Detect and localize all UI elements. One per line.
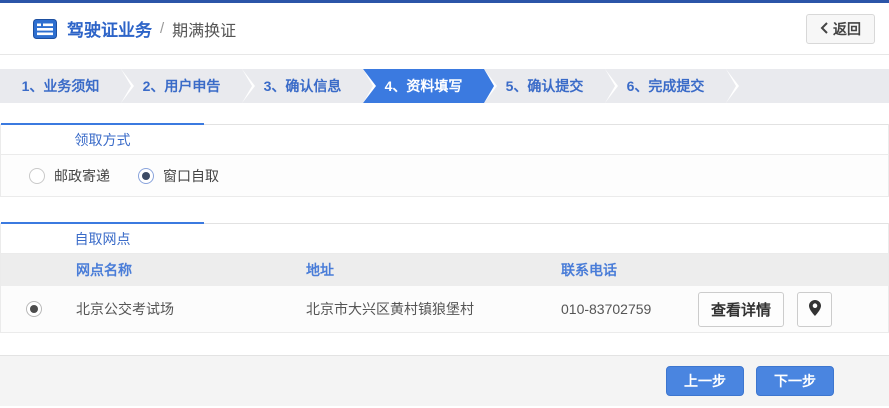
step-3-confirm-info: 3、确认信息: [242, 69, 363, 103]
pickup-method-title: 领取方式: [1, 130, 204, 150]
step-6-finish-submit: 6、完成提交: [605, 69, 726, 103]
view-details-button[interactable]: 查看详情: [698, 292, 784, 327]
page-header: 驾驶证业务 / 期满换证 返回: [0, 3, 889, 55]
header-address-column: 地址: [291, 260, 546, 280]
map-pin-icon: [809, 300, 821, 319]
pickup-points-table-header: 网点名称 地址 联系电话: [1, 254, 888, 286]
radio-option-window-pickup[interactable]: 窗口自取: [138, 166, 219, 186]
pickup-method-section: 领取方式 邮政寄递 窗口自取: [0, 124, 889, 197]
previous-step-button[interactable]: 上一步: [666, 366, 744, 396]
radio-postal-label[interactable]: 邮政寄递: [54, 166, 110, 186]
step-5-confirm-submit: 5、确认提交: [484, 69, 605, 103]
radio-window-pickup-icon[interactable]: [138, 168, 154, 184]
footer-action-bar: 上一步 下一步: [0, 355, 889, 406]
table-row: 北京公交考试场 北京市大兴区黄村镇狼堡村 010-83702759 查看详情: [1, 286, 888, 332]
step-bar-filler: [726, 69, 889, 103]
row-point-name: 北京公交考试场: [61, 299, 291, 319]
pickup-method-options: 邮政寄递 窗口自取: [1, 155, 888, 196]
pickup-points-title: 自取网点: [1, 229, 204, 249]
pickup-method-title-row: 领取方式: [1, 125, 888, 155]
form-list-icon: [33, 19, 57, 39]
next-step-button[interactable]: 下一步: [756, 366, 834, 396]
radio-option-postal[interactable]: 邮政寄递: [29, 166, 110, 186]
chevron-left-icon: [820, 21, 828, 37]
row-select-radio[interactable]: [26, 301, 42, 317]
header-phone-column: 联系电话: [546, 260, 683, 280]
row-point-phone: 010-83702759: [546, 301, 683, 317]
title-divider: /: [160, 20, 164, 37]
header-name-column: 网点名称: [61, 260, 291, 280]
pickup-points-section: 自取网点 网点名称 地址 联系电话 北京公交考试场 北京市大兴区黄村镇狼堡村 0…: [0, 223, 889, 333]
step-progress-bar: 1、业务须知 2、用户申告 3、确认信息 4、资料填写 5、确认提交 6、完成提…: [0, 69, 889, 103]
step-1-notice: 1、业务须知: [0, 69, 121, 103]
radio-window-pickup-label[interactable]: 窗口自取: [163, 166, 219, 186]
map-location-button[interactable]: [797, 292, 832, 327]
row-point-address: 北京市大兴区黄村镇狼堡村: [291, 299, 546, 319]
page-title-business: 驾驶证业务: [67, 16, 152, 41]
back-button[interactable]: 返回: [806, 14, 875, 44]
page-title-service: 期满换证: [172, 17, 236, 41]
step-2-declaration: 2、用户申告: [121, 69, 242, 103]
pickup-points-title-row: 自取网点: [1, 224, 888, 254]
radio-postal-icon[interactable]: [29, 168, 45, 184]
back-button-label: 返回: [833, 19, 861, 39]
step-4-fill-data: 4、资料填写: [363, 69, 484, 103]
